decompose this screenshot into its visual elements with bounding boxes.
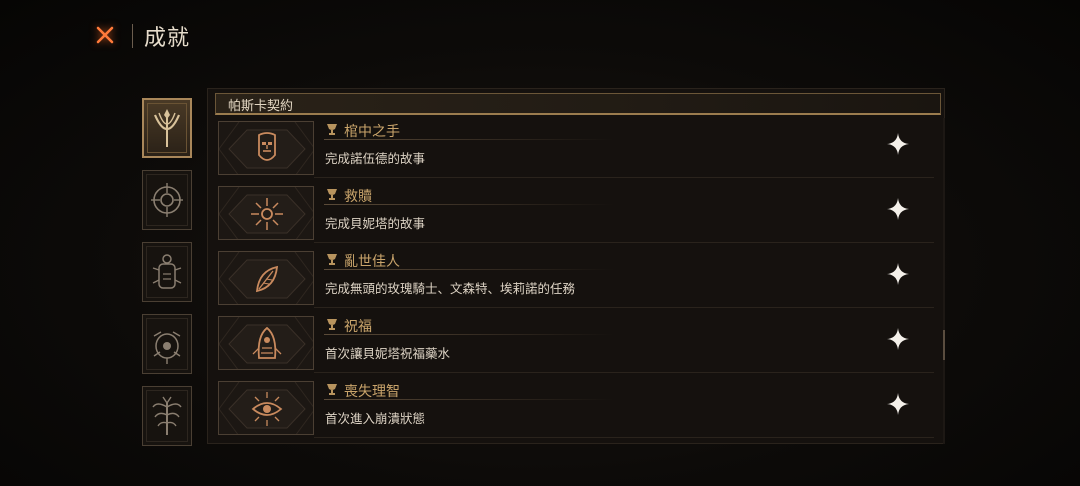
crescent-spear-icon — [153, 109, 181, 147]
trophy-cup-icon — [327, 124, 337, 135]
achievement-icon-frame — [218, 251, 314, 305]
trophy-cup-icon — [327, 189, 337, 200]
crosshair-ring-icon — [151, 183, 183, 217]
sidebar-tab-5[interactable] — [142, 386, 192, 446]
mask-icon — [258, 132, 276, 161]
sidebar-tab-pascal[interactable] — [142, 98, 192, 158]
row-divider — [314, 372, 934, 373]
close-x-icon — [96, 26, 114, 44]
achievement-row-2[interactable]: 救贖 完成貝妮塔的故事 — [216, 184, 938, 244]
achievement-name: 救贖 — [344, 189, 372, 205]
page-title: 成就 — [144, 26, 191, 51]
sparkle-star-icon — [887, 198, 909, 220]
sparkle-star-icon — [887, 393, 909, 415]
name-underline — [324, 269, 614, 270]
scarab-icon — [152, 254, 182, 289]
name-underline — [324, 399, 614, 400]
achievement-description: 完成無頭的玫瑰騎士、文森特、埃莉諾的任務 — [325, 281, 576, 296]
row-divider — [314, 437, 934, 438]
header-divider — [132, 24, 133, 48]
achievement-description: 完成諾伍德的故事 — [325, 151, 426, 166]
eye-burst-icon — [251, 392, 283, 426]
achievement-description: 首次進入崩潰狀態 — [325, 411, 426, 426]
achievement-row-4[interactable]: 祝福 首次讓貝妮塔祝福藥水 — [216, 314, 938, 374]
name-underline — [324, 139, 614, 140]
achievement-row-1[interactable]: 棺中之手 完成諾伍德的故事 — [216, 119, 938, 179]
section-title: 帕斯卡契約 — [228, 99, 294, 114]
sidebar-tab-3[interactable] — [142, 242, 192, 302]
sidebar-tab-2[interactable] — [142, 170, 192, 230]
achievement-icon-frame — [218, 121, 314, 175]
achievement-icon-frame — [218, 316, 314, 370]
row-divider — [314, 307, 934, 308]
sun-burst-icon — [251, 198, 283, 230]
trophy-cup-icon — [327, 384, 337, 395]
achievement-row-3[interactable]: 亂世佳人 完成無頭的玫瑰騎士、文森特、埃莉諾的任務 — [216, 249, 938, 309]
close-button[interactable] — [90, 20, 120, 50]
sidebar-tab-4[interactable] — [142, 314, 192, 374]
trophy-cup-icon — [327, 319, 337, 330]
leaf-icon — [255, 265, 279, 293]
sparkle-star-icon — [887, 133, 909, 155]
trophy-cup-icon — [327, 254, 337, 265]
achievement-name: 祝福 — [344, 319, 372, 335]
row-divider — [314, 242, 934, 243]
scrollbar-thumb[interactable] — [943, 330, 945, 360]
row-divider — [314, 177, 934, 178]
eye-sigil-icon — [153, 331, 181, 364]
sparkle-star-icon — [887, 263, 909, 285]
hooded-figure-icon — [252, 326, 282, 359]
achievement-row-5[interactable]: 喪失理智 首次進入崩潰狀態 — [216, 379, 938, 439]
achievement-icon-frame — [218, 186, 314, 240]
achievement-name: 亂世佳人 — [344, 254, 400, 270]
scrollbar-track[interactable] — [943, 118, 945, 444]
thorn-tree-icon — [152, 396, 182, 435]
name-underline — [324, 334, 614, 335]
section-header: 帕斯卡契約 — [215, 93, 941, 115]
achievement-description: 首次讓貝妮塔祝福藥水 — [325, 346, 451, 361]
achievement-name: 喪失理智 — [344, 384, 400, 400]
name-underline — [324, 204, 614, 205]
achievement-description: 完成貝妮塔的故事 — [325, 216, 426, 231]
category-sidebar — [138, 96, 198, 452]
achievement-name: 棺中之手 — [344, 124, 400, 140]
sparkle-star-icon — [887, 328, 909, 350]
achievement-icon-frame — [218, 381, 314, 435]
